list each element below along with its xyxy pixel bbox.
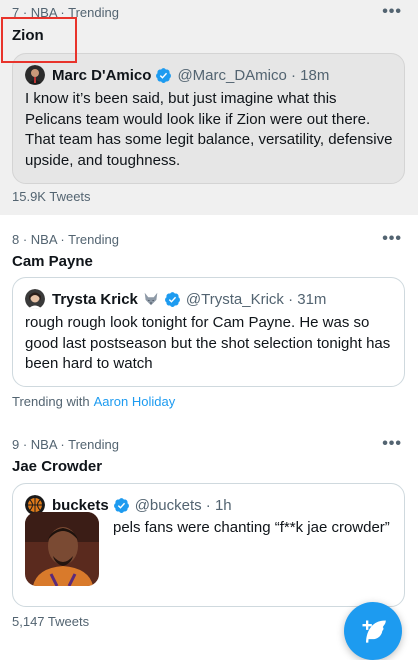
compose-tweet-button[interactable] <box>344 602 402 660</box>
avatar[interactable] <box>25 289 45 309</box>
tweet-text: pels fans were chanting “f**k jae crowde… <box>113 519 390 536</box>
tweet-count: 5,147 Tweets <box>12 614 90 629</box>
wolf-emoji-icon <box>144 292 158 306</box>
highlight-box <box>1 17 77 63</box>
verified-badge-icon <box>164 291 180 307</box>
trending-with: Trending with Aaron Holiday <box>12 394 175 409</box>
trend-meta: 8 · NBA · Trending <box>12 232 119 247</box>
tweet-media-thumbnail[interactable] <box>25 512 99 586</box>
trend-meta: 9 · NBA · Trending <box>12 437 119 452</box>
author-name[interactable]: buckets <box>52 497 109 514</box>
author-name[interactable]: Trysta Krick <box>52 291 138 308</box>
tweet-text: rough rough look tonight for Cam Payne. … <box>25 314 391 372</box>
author-handle-time: @Trysta_Krick · 31m <box>185 290 327 308</box>
more-options-icon[interactable]: ••• <box>382 230 402 248</box>
tweet-text: I know it’s been said, but just imagine … <box>25 90 393 169</box>
trending-with-label: Trending with <box>12 394 90 409</box>
author-name[interactable]: Marc D'Amico <box>52 67 151 84</box>
avatar[interactable] <box>25 65 45 85</box>
verified-badge-icon <box>113 497 129 513</box>
tweet-header: Marc D'Amico @Marc_DAmico · 18m <box>25 64 329 86</box>
quoted-tweet-card[interactable]: buckets @buckets · 1h pels fans were cha… <box>12 483 405 607</box>
author-handle-time: @buckets · 1h <box>134 496 232 514</box>
tweet-header: Trysta Krick @Trysta_Krick · 31m <box>25 288 326 310</box>
quoted-tweet-card[interactable]: Trysta Krick @Trysta_Krick · 31m rough r… <box>12 277 405 387</box>
verified-badge-icon <box>156 67 172 83</box>
more-options-icon[interactable]: ••• <box>382 3 402 21</box>
quoted-tweet-card[interactable]: Marc D'Amico @Marc_DAmico · 18m I know i… <box>12 53 405 184</box>
trend-topic: Cam Payne <box>12 253 93 270</box>
author-handle-time: @Marc_DAmico · 18m <box>177 66 330 84</box>
trend-topic: Jae Crowder <box>12 458 103 475</box>
trending-with-link[interactable]: Aaron Holiday <box>94 394 176 409</box>
more-options-icon[interactable]: ••• <box>382 435 402 453</box>
trend-item-cam-payne[interactable]: 8 · NBA · Trending ••• Cam Payne Trysta … <box>0 227 418 418</box>
tweet-count: 15.9K Tweets <box>12 189 91 204</box>
compose-tweet-icon <box>362 620 386 643</box>
